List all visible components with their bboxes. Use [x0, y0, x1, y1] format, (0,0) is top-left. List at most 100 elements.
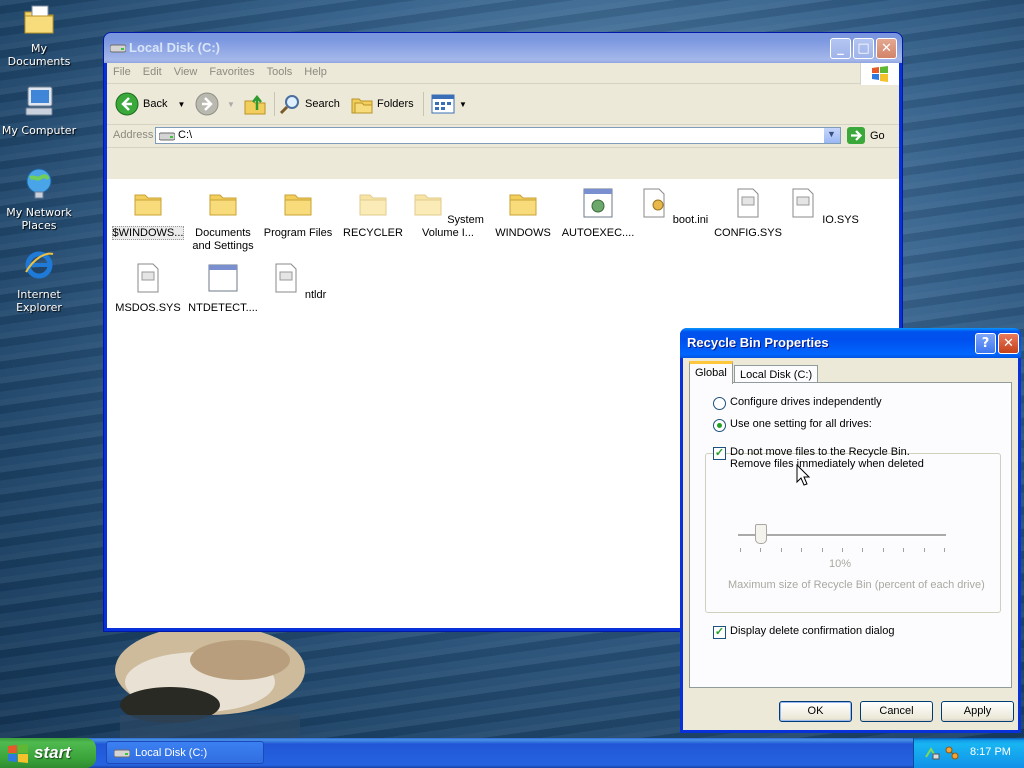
desktop-icon-label: My Computer	[1, 124, 77, 137]
close-icon: ✕	[1003, 336, 1014, 351]
internet-explorer-icon	[25, 251, 54, 279]
use-one-setting-radio[interactable]	[713, 419, 726, 432]
forward-button[interactable]: ▼	[195, 92, 235, 116]
do-not-move-checkbox[interactable]: ✓	[713, 447, 726, 460]
slider-tick	[923, 548, 925, 552]
desktop-icon-label: Internet Explorer	[16, 288, 62, 314]
file-item[interactable]: RECYCLER	[336, 187, 410, 240]
file-item[interactable]: $WINDOWS...	[111, 187, 185, 240]
apply-button[interactable]: Apply	[941, 701, 1014, 722]
slider-caption: Maximum size of Recycle Bin (percent of …	[728, 579, 985, 591]
go-arrow-icon	[847, 127, 865, 144]
desktop: My Documents My Computer My Network Plac…	[0, 0, 1024, 738]
search-button[interactable]: Search	[279, 92, 340, 116]
desktop-icon-label: My Network Places	[6, 206, 72, 232]
close-button[interactable]: ✕	[876, 38, 897, 59]
folders-button[interactable]: Folders	[351, 92, 414, 116]
file-item[interactable]: boot.ini	[636, 187, 710, 227]
back-dropdown-icon[interactable]: ▼	[177, 100, 185, 109]
configure-independently-radio[interactable]	[713, 397, 726, 410]
file-label: Documents and Settings	[192, 227, 254, 252]
network-connection-icon[interactable]	[944, 745, 960, 761]
application-icon	[208, 264, 238, 292]
recycle-bin-properties-dialog: Recycle Bin Properties ? ✕ Global Local …	[680, 328, 1021, 733]
help-button[interactable]: ?	[975, 333, 996, 354]
toolbar-separator	[274, 92, 275, 116]
ok-button[interactable]: OK	[779, 701, 852, 722]
menu-favorites[interactable]: Favorites	[203, 63, 260, 81]
folder-icon	[284, 194, 312, 216]
system-file-icon	[792, 188, 814, 218]
menu-view[interactable]: View	[168, 63, 204, 81]
minimize-icon: _	[837, 41, 844, 56]
dialog-close-button[interactable]: ✕	[998, 333, 1019, 354]
use-one-setting-option[interactable]: Use one setting for all drives:	[713, 418, 874, 432]
slider-percent-readout: 10%	[828, 558, 852, 570]
standard-toolbar: Back ▼ ▼ Search Folders ▼	[107, 84, 899, 125]
display-confirmation-label: Display delete confirmation dialog	[730, 625, 895, 637]
file-label: NTDETECT....	[188, 302, 258, 314]
file-item[interactable]: Program Files	[261, 187, 335, 240]
taskbar: start Local Disk (C:) 8:17 PM	[0, 738, 1024, 768]
use-one-setting-label: Use one setting for all drives:	[730, 418, 872, 430]
menu-edit[interactable]: Edit	[137, 63, 168, 81]
file-item[interactable]: MSDOS.SYS	[111, 262, 185, 315]
recycle-bin-size-slider-thumb[interactable]	[755, 524, 768, 544]
folder-icon	[414, 194, 442, 216]
display-confirmation-option[interactable]: ✓ Display delete confirmation dialog	[713, 625, 894, 639]
address-bar: Address C:\ ▼ Go	[107, 125, 899, 148]
file-item[interactable]: NTDETECT....	[186, 262, 260, 315]
file-item[interactable]: ntldr	[261, 262, 335, 302]
slider-tick	[801, 548, 803, 552]
file-item[interactable]: Documents and Settings	[186, 187, 260, 253]
tab-global[interactable]: Global	[689, 361, 733, 384]
slider-tick	[842, 548, 843, 552]
forward-dropdown-icon: ▼	[227, 99, 235, 109]
views-button[interactable]: ▼	[431, 92, 467, 116]
up-folder-button[interactable]	[243, 92, 267, 116]
slider-tick	[882, 548, 884, 552]
back-button[interactable]: Back ▼	[115, 92, 185, 116]
do-not-move-sublabel: Remove files immediately when deleted	[730, 458, 924, 470]
address-field[interactable]: C:\ ▼	[155, 127, 841, 144]
forward-arrow-icon	[195, 92, 219, 116]
minimize-button[interactable]: _	[830, 38, 851, 59]
file-item[interactable]: IO.SYS	[786, 187, 860, 227]
start-button[interactable]: start	[0, 738, 96, 768]
menu-help[interactable]: Help	[298, 63, 333, 81]
display-confirmation-checkbox[interactable]: ✓	[713, 626, 726, 639]
configure-independently-option[interactable]: Configure drives independently	[713, 396, 882, 410]
slider-tick	[944, 548, 945, 552]
file-item[interactable]: WINDOWS	[486, 187, 560, 240]
maximize-button[interactable]: □	[853, 38, 874, 59]
cancel-button[interactable]: Cancel	[860, 701, 933, 722]
my-network-places-desktop-icon[interactable]: My Network Places	[0, 166, 78, 232]
file-label: ntldr	[304, 289, 327, 301]
toolbar-separator	[423, 92, 424, 116]
views-dropdown-icon: ▼	[459, 99, 467, 109]
internet-explorer-desktop-icon[interactable]: Internet Explorer	[0, 248, 78, 314]
address-dropdown-button[interactable]: ▼	[824, 128, 840, 143]
safely-remove-hardware-icon[interactable]	[924, 745, 940, 761]
my-computer-desktop-icon[interactable]: My Computer	[0, 84, 78, 137]
my-computer-icon	[25, 86, 53, 116]
menu-file[interactable]: File	[107, 63, 137, 81]
file-item[interactable]: CONFIG.SYS	[711, 187, 785, 240]
do-not-move-text: Do not move files to the Recycle Bin. Re…	[730, 446, 924, 470]
do-not-move-option[interactable]: ✓ Do not move files to the Recycle Bin. …	[713, 446, 924, 470]
explorer-titlebar[interactable]: Local Disk (C:) _ □ ✕	[104, 33, 902, 63]
taskbar-item-local-disk[interactable]: Local Disk (C:)	[106, 741, 264, 764]
goose-wallpaper-image	[115, 625, 305, 738]
file-label: IO.SYS	[822, 214, 859, 226]
folder-icon	[134, 194, 162, 216]
network-places-icon	[26, 168, 52, 199]
dialog-titlebar[interactable]: Recycle Bin Properties ? ✕	[680, 328, 1021, 358]
go-button[interactable]: Go	[847, 127, 885, 144]
global-tab-panel: Configure drives independently Use one s…	[689, 382, 1012, 688]
menu-tools[interactable]: Tools	[261, 63, 299, 81]
file-item[interactable]: System Volume I...	[411, 187, 485, 240]
file-item[interactable]: AUTOEXEC....	[561, 187, 635, 240]
menu-bar: File Edit View Favorites Tools Help	[107, 63, 899, 85]
my-documents-desktop-icon[interactable]: My Documents	[0, 2, 78, 68]
windows-flag-icon	[872, 66, 888, 82]
